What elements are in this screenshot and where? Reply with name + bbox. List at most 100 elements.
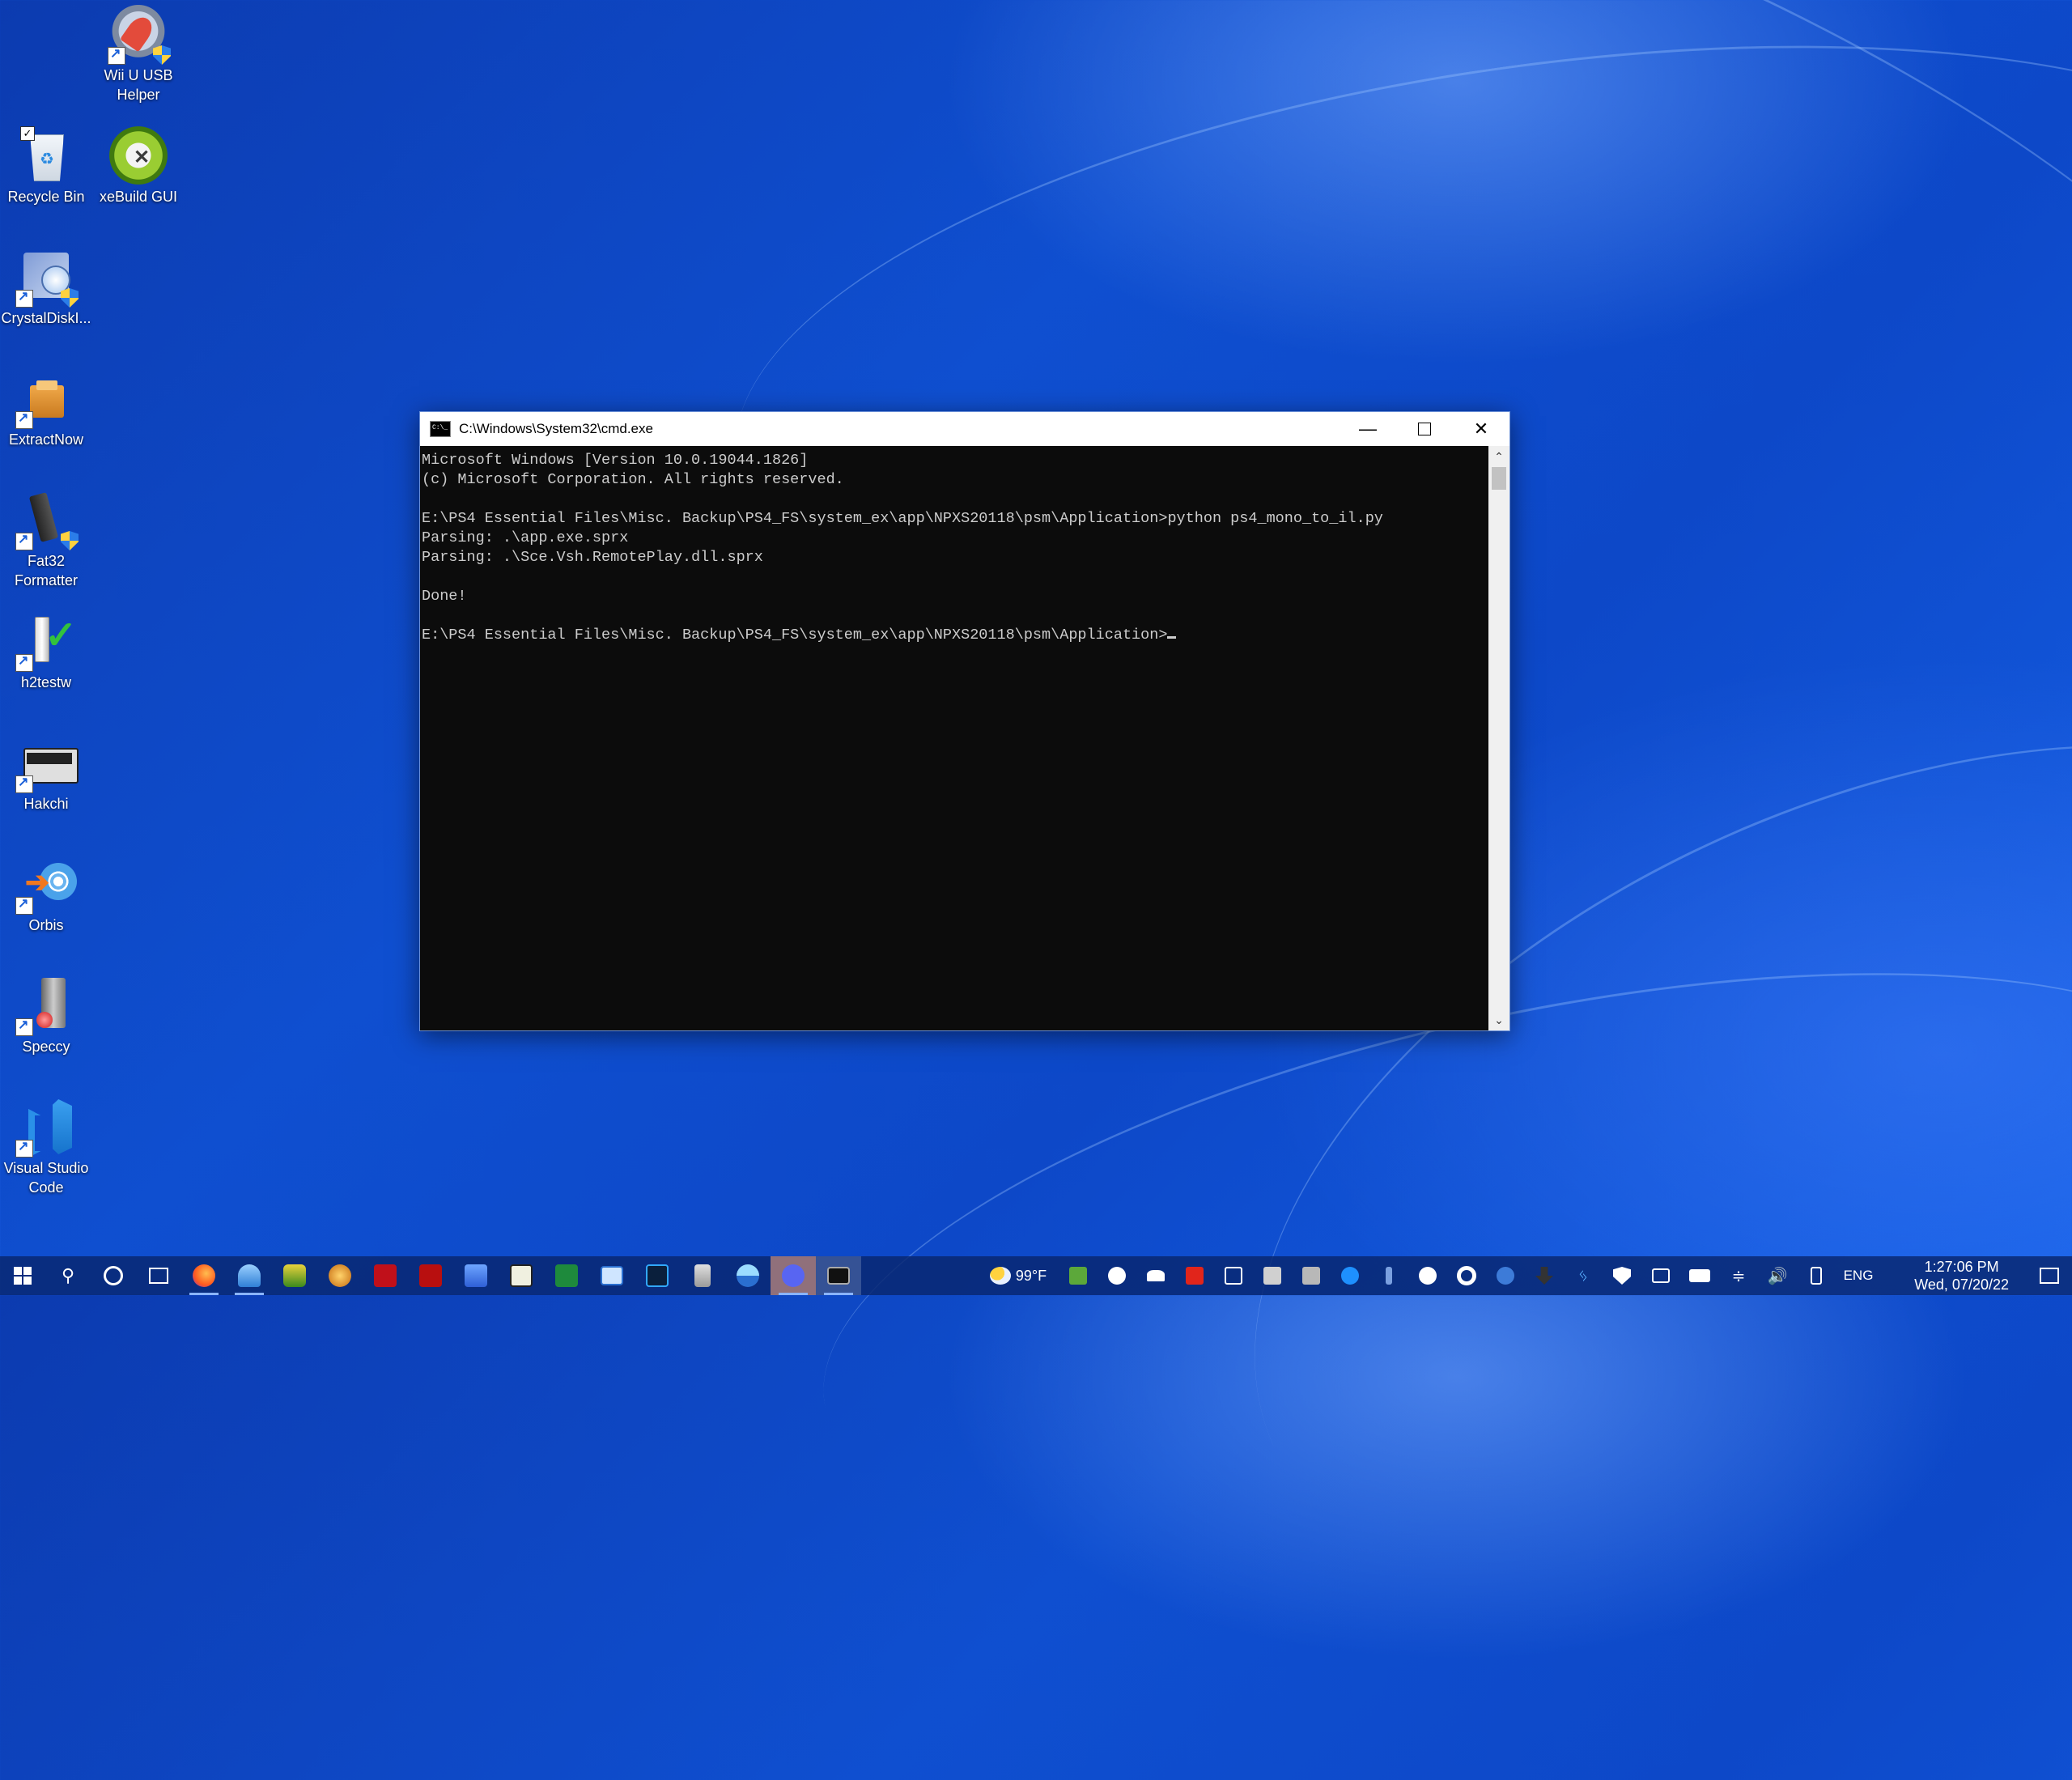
scrollbar-thumb[interactable]: [1492, 467, 1506, 490]
tray-wifi[interactable]: ≑: [1719, 1256, 1758, 1295]
taskbar-filezilla[interactable]: [408, 1256, 453, 1295]
minimize-button[interactable]: —: [1340, 412, 1396, 446]
prompt-line[interactable]: E:\PS4 Essential Files\Misc. Backup\PS4_…: [422, 626, 1487, 645]
tray-network-drive[interactable]: [1292, 1256, 1331, 1295]
tray-lifebuoy[interactable]: [1447, 1256, 1486, 1295]
download-icon: [1535, 1267, 1553, 1285]
tray-camera[interactable]: [1641, 1256, 1680, 1295]
desktop-icon-label: Recycle Bin: [7, 189, 85, 205]
usb-drive-icon: [15, 491, 79, 550]
window-titlebar[interactable]: C:\Windows\System32\cmd.exe — ✕: [420, 412, 1509, 446]
desktop-icon-wii-u-usb-helper[interactable]: Wii U USB Helper: [92, 5, 185, 104]
language-indicator[interactable]: ENG: [1836, 1256, 1881, 1295]
tray-steam[interactable]: [1408, 1256, 1447, 1295]
windows-logo-icon: [14, 1267, 32, 1285]
taskbar-app-8[interactable]: [499, 1256, 544, 1295]
tray-download[interactable]: [1525, 1256, 1564, 1295]
console-output[interactable]: Microsoft Windows [Version 10.0.19044.18…: [420, 446, 1487, 1030]
vertical-scrollbar[interactable]: ⌃ ⌄: [1488, 446, 1509, 1030]
taskbar-photoshop[interactable]: [635, 1256, 680, 1295]
crystal-disk-icon: [15, 248, 79, 308]
tray-usb[interactable]: [1369, 1256, 1408, 1295]
uac-shield-icon: [61, 531, 79, 550]
archive-icon: [510, 1264, 533, 1287]
taskbar-app-5[interactable]: [363, 1256, 408, 1295]
cortana-button[interactable]: [91, 1256, 136, 1295]
orbis-disc-icon: ➔: [15, 855, 77, 915]
taskbar-discord[interactable]: [771, 1256, 816, 1295]
tray-discord[interactable]: [1098, 1256, 1136, 1295]
box-icon: [15, 369, 75, 429]
maximize-button[interactable]: [1396, 412, 1453, 446]
tray-bluetooth[interactable]: ᛃ: [1564, 1256, 1603, 1295]
system-tray: 99°F ᛃ ≑ 🔊 ENG: [978, 1256, 1881, 1295]
taskbar: ⚲ 99°F ᛃ ≑ 🔊 ENG 1:27:06 PM Wed, 07/20/2…: [0, 1256, 2072, 1295]
language-label: ENG: [1843, 1268, 1874, 1283]
tray-security[interactable]: [1603, 1256, 1641, 1295]
device-icon: [1811, 1267, 1822, 1285]
desktop-icon-h2testw[interactable]: ✓ h2testw: [0, 612, 92, 692]
desktop-icon-label: ExtractNow: [8, 431, 84, 448]
search-button[interactable]: ⚲: [45, 1256, 91, 1295]
taskbar-app-10[interactable]: [589, 1256, 635, 1295]
scroll-up-icon[interactable]: ⌃: [1488, 446, 1509, 467]
taskbar-app-7[interactable]: [453, 1256, 499, 1295]
taskbar-calculator[interactable]: [680, 1256, 725, 1295]
desktop-icon-orbis[interactable]: ➔ Orbis: [0, 855, 92, 935]
desktop-icon-fat32-formatter[interactable]: Fat32 Formatter: [0, 491, 92, 590]
clock[interactable]: 1:27:06 PM Wed, 07/20/22: [1914, 1258, 2009, 1294]
weather-widget[interactable]: 99°F: [978, 1256, 1059, 1295]
desktop-icon-visual-studio-code[interactable]: Visual Studio Code: [0, 1098, 92, 1197]
action-center-button[interactable]: [2027, 1256, 2072, 1295]
close-button[interactable]: ✕: [1453, 412, 1509, 446]
desktop-icon-extractnow[interactable]: ExtractNow: [0, 369, 92, 449]
tray-ab[interactable]: [1486, 1256, 1525, 1295]
tray-font-app[interactable]: [1214, 1256, 1253, 1295]
task-view-button[interactable]: [136, 1256, 181, 1295]
bluetooth-icon: ᛃ: [1577, 1265, 1589, 1285]
console-line: Done!: [422, 588, 467, 605]
taskbar-app-3[interactable]: [272, 1256, 317, 1295]
console-line: E:\PS4 Essential Files\Misc. Backup\PS4_…: [422, 510, 1383, 527]
weather-cloud-sun-icon: [989, 1267, 1011, 1285]
tray-lightning[interactable]: [1331, 1256, 1369, 1295]
wifi-icon: ≑: [1731, 1267, 1746, 1285]
rocket-icon: [108, 5, 171, 65]
desktop-icon-hakchi[interactable]: Hakchi: [0, 733, 92, 814]
discord-tray-icon: [1108, 1267, 1126, 1285]
desktop-icon-speccy[interactable]: Speccy: [0, 976, 92, 1056]
shortcut-arrow-icon: [15, 410, 33, 429]
cmd-window[interactable]: C:\Windows\System32\cmd.exe — ✕ Microsof…: [419, 411, 1510, 1031]
notification-icon: [2040, 1268, 2059, 1284]
desktop-icon-xebuild-gui[interactable]: ✕ xeBuild GUI: [92, 126, 185, 206]
plant-icon: [1069, 1267, 1087, 1285]
desktop-icon-crystaldiskinfo[interactable]: CrystalDiskI...: [0, 248, 92, 328]
scroll-down-icon[interactable]: ⌄: [1488, 1009, 1509, 1030]
spreadsheet-icon: [555, 1264, 578, 1287]
desktop-icon-recycle-bin[interactable]: ♻ ✓ Recycle Bin: [0, 126, 92, 206]
tray-adobe[interactable]: [1175, 1256, 1214, 1295]
tray-battery[interactable]: [1680, 1256, 1719, 1295]
taskbar-cmd[interactable]: [816, 1256, 861, 1295]
vscode-icon: [15, 1098, 75, 1158]
tray-volume[interactable]: 🔊: [1758, 1256, 1797, 1295]
tray-device[interactable]: [1797, 1256, 1836, 1295]
tray-app-1[interactable]: [1059, 1256, 1098, 1295]
taskbar-file-explorer[interactable]: [227, 1256, 272, 1295]
taskbar-app-13[interactable]: [725, 1256, 771, 1295]
taskbar-app-4[interactable]: [317, 1256, 363, 1295]
taskbar-app-9[interactable]: [544, 1256, 589, 1295]
tray-docker[interactable]: [1136, 1256, 1175, 1295]
console-line: Parsing: .\Sce.Vsh.RemotePlay.dll.sprx: [422, 549, 763, 566]
xbox-orb-icon: ✕: [109, 126, 168, 185]
desktop-icon-label: Visual Studio Code: [3, 1160, 89, 1196]
start-button[interactable]: [0, 1256, 45, 1295]
search-icon: ⚲: [61, 1265, 75, 1285]
checkbox-icon[interactable]: ✓: [20, 126, 35, 141]
lightning-icon: [1341, 1267, 1359, 1285]
boat-icon: [737, 1264, 759, 1287]
shortcut-arrow-icon: [15, 531, 33, 550]
taskbar-firefox[interactable]: [181, 1256, 227, 1295]
text-cursor: [1167, 636, 1177, 639]
tray-printer[interactable]: [1253, 1256, 1292, 1295]
